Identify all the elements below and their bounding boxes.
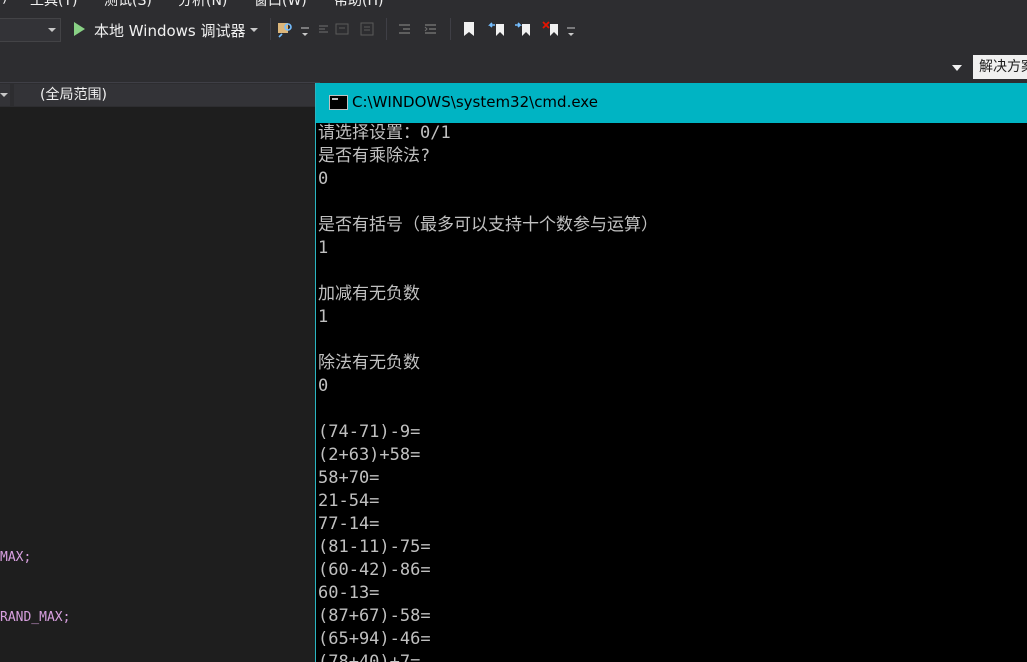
console-line: 1	[318, 238, 329, 258]
code-line: MAX;	[0, 550, 31, 565]
code-text: MAX;	[0, 550, 32, 565]
console-line: (78+40)+7=	[318, 652, 421, 662]
cmd-title-bar[interactable]: C:\WINDOWS\system32\cmd.exe	[316, 83, 1027, 123]
console-line: (74-71)-9=	[318, 422, 421, 442]
indent-icon[interactable]	[422, 20, 440, 38]
cmd-window[interactable]: C:\WINDOWS\system32\cmd.exe 请选择设置：0/1 是否…	[315, 83, 1027, 662]
comment-icon-disabled[interactable]	[334, 20, 352, 38]
start-debugging-label: 本地 Windows 调试器	[94, 22, 246, 40]
toolbar-separator	[386, 18, 387, 40]
find-in-files-icon[interactable]	[276, 20, 294, 38]
previous-bookmark-icon[interactable]	[488, 20, 506, 38]
clear-bookmarks-icon[interactable]	[542, 20, 560, 38]
chevron-down-icon	[48, 28, 56, 32]
menu-item-window[interactable]: 窗口(W)	[254, 0, 307, 10]
code-editor[interactable]: MAX; RAND_MAX;	[0, 107, 316, 662]
console-line: 0	[318, 376, 329, 396]
console-line: (65+94)-46=	[318, 629, 431, 649]
toolbar-separator	[270, 18, 271, 40]
overflow-chevron-icon[interactable]	[300, 26, 310, 40]
project-combo[interactable]	[0, 84, 10, 106]
cmd-window-title: C:\WINDOWS\system32\cmd.exe	[352, 93, 598, 111]
step-icon-disabled[interactable]	[316, 20, 334, 38]
console-line: 77-14=	[318, 514, 380, 534]
solution-explorer-tab[interactable]: 解决方案	[973, 55, 1027, 79]
console-line: 60-13=	[318, 583, 380, 603]
console-line: 请选择设置：0/1	[318, 123, 451, 143]
console-line: 0	[318, 169, 329, 189]
code-line: RAND_MAX;	[0, 610, 70, 625]
console-line: (2+63)+58=	[318, 445, 421, 465]
play-icon	[74, 22, 85, 36]
uncomment-icon-disabled[interactable]	[358, 20, 376, 38]
console-output[interactable]: 请选择设置：0/1 是否有乘除法? 0 是否有括号（最多可以支持十个数参与运算）…	[316, 123, 1027, 662]
toolbar: 本地 Windows 调试器	[0, 12, 1027, 48]
console-line: 58+70=	[318, 468, 380, 488]
chevron-down-icon	[0, 93, 8, 97]
console-line: (87+67)-58=	[318, 606, 431, 626]
console-line: 加减有无负数	[318, 284, 420, 304]
chevron-down-icon[interactable]	[952, 65, 962, 71]
next-bookmark-icon[interactable]	[514, 20, 532, 38]
solution-platform-combo[interactable]	[0, 18, 61, 42]
console-line: (81-11)-75=	[318, 537, 431, 557]
chevron-down-icon[interactable]	[250, 28, 258, 32]
start-debugging-button[interactable]: 本地 Windows 调试器	[68, 18, 264, 42]
menu-item-analyze[interactable]: 分析(N)	[178, 0, 227, 10]
menu-item-help[interactable]: 帮助(H)	[334, 0, 383, 10]
console-line: 是否有乘除法?	[318, 146, 431, 166]
code-text: RAND_MAX;	[0, 610, 71, 625]
outdent-icon[interactable]	[396, 20, 414, 38]
bookmark-icon[interactable]	[460, 20, 478, 38]
scope-label: (全局范围)	[40, 87, 107, 103]
console-line: (60-42)-86=	[318, 560, 431, 580]
console-line: 是否有括号（最多可以支持十个数参与运算）	[318, 215, 658, 235]
secondary-toolbar: 解决方案	[0, 48, 1027, 79]
console-line: 21-54=	[318, 491, 380, 511]
console-icon	[329, 95, 348, 110]
scope-combo[interactable]: (全局范围)	[14, 84, 320, 106]
editor-navigation-bar: (全局范围)	[0, 82, 320, 107]
menu-item-partial[interactable]: )	[2, 0, 7, 6]
console-line: 1	[318, 307, 329, 327]
overflow-chevron-icon[interactable]	[566, 26, 576, 40]
menu-bar: ) 工具(T) 测试(S) 分析(N) 窗口(W) 帮助(H)	[0, 0, 1027, 12]
menu-item-tools[interactable]: 工具(T)	[30, 0, 77, 10]
menu-item-test[interactable]: 测试(S)	[104, 0, 152, 10]
console-line: 除法有无负数	[318, 353, 420, 373]
desktop: ) 工具(T) 测试(S) 分析(N) 窗口(W) 帮助(H) 本地 Windo…	[0, 0, 1027, 662]
toolbar-separator	[450, 18, 451, 40]
